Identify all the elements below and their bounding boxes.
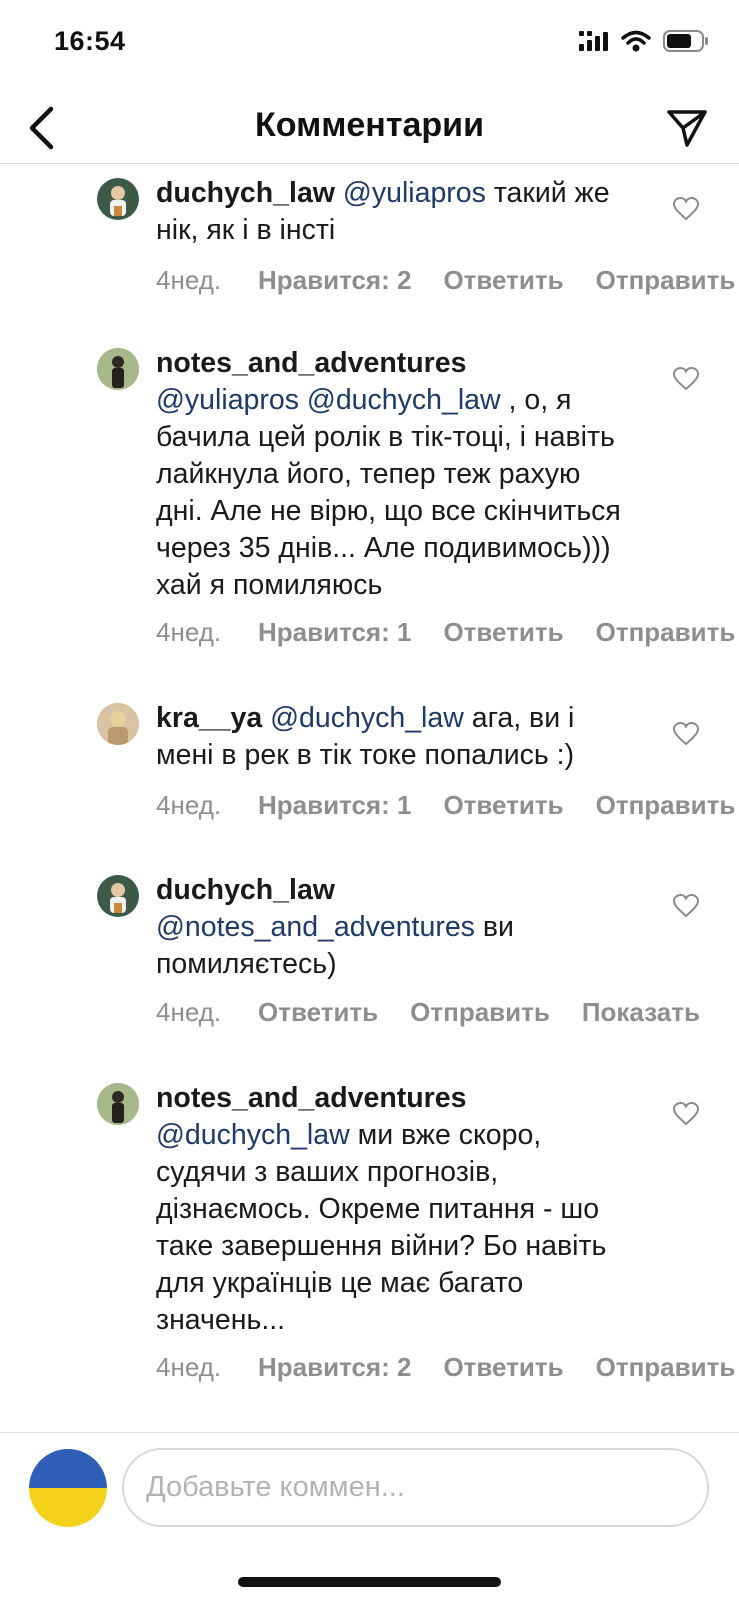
comment-mention[interactable]: @notes_and_adventures (156, 911, 475, 943)
comment-username[interactable]: notes_and_adventures (156, 347, 466, 379)
avatar[interactable] (97, 1083, 139, 1125)
like-heart-icon[interactable] (672, 366, 700, 391)
likes-count[interactable]: Нравится: 1 (258, 617, 411, 648)
like-heart-icon[interactable] (672, 721, 700, 746)
avatar[interactable] (97, 178, 139, 220)
show-button[interactable]: Показать (582, 997, 700, 1028)
comment-time: 4нед. (156, 790, 222, 820)
send-button[interactable]: Отправить (596, 1352, 736, 1383)
home-indicator[interactable] (238, 1577, 501, 1587)
comment-meta: 4нед. Нравится: 2 Ответить Отправить (156, 265, 739, 296)
comment-meta: 4нед. Нравится: 1 Ответить Отправить (156, 790, 739, 821)
comment-mention[interactable]: @yuliapros @duchych_law (156, 384, 501, 416)
comment-text: notes_and_adventures @duchych_law ми вже… (156, 1080, 626, 1339)
reply-button[interactable]: Ответить (443, 1352, 563, 1383)
comment-time: 4нед. (156, 1352, 222, 1382)
likes-count[interactable]: Нравится: 2 (258, 1352, 411, 1383)
comment-username[interactable]: duchych_law (156, 874, 335, 906)
like-heart-icon[interactable] (672, 1101, 700, 1126)
comment-time: 4нед. (156, 265, 222, 295)
nav-bar: Комментарии (0, 92, 739, 164)
page-title: Комментарии (255, 106, 484, 144)
likes-count[interactable]: Нравится: 2 (258, 265, 411, 296)
comment-message: ми вже скоро, судячи з ваших прогнозів, … (156, 1119, 607, 1336)
likes-count[interactable]: Нравится: 1 (258, 790, 411, 821)
send-button[interactable]: Отправить (596, 617, 736, 648)
comment-username[interactable]: duchych_law (156, 177, 335, 209)
comment-composer (0, 1432, 739, 1600)
signal-icon (579, 30, 609, 57)
current-user-avatar[interactable] (29, 1449, 107, 1527)
paper-plane-icon (667, 110, 707, 147)
avatar[interactable] (97, 703, 139, 745)
comment-mention[interactable]: @duchych_law (156, 1119, 350, 1151)
comment-time: 4нед. (156, 997, 222, 1027)
comment-text: duchych_law @notes_and_adventures ви пом… (156, 872, 626, 983)
comment-mention[interactable]: @duchych_law (270, 702, 464, 734)
comments-list[interactable]: duchych_law @yuliapros такий же нік, як … (0, 165, 739, 1430)
comment-text: notes_and_adventures @yuliapros @duchych… (156, 345, 626, 604)
wifi-icon (621, 30, 651, 57)
comment-text: kra__ya @duchych_law ага, ви і мені в ре… (156, 700, 626, 774)
comment-meta: 4нед. Нравится: 2 Ответить Отправить (156, 1352, 739, 1383)
avatar[interactable] (97, 875, 139, 917)
status-icons (579, 30, 709, 57)
avatar[interactable] (97, 348, 139, 390)
comment-time: 4нед. (156, 617, 222, 647)
like-heart-icon[interactable] (672, 196, 700, 221)
reply-button[interactable]: Ответить (443, 265, 563, 296)
comment-text: duchych_law @yuliapros такий же нік, як … (156, 175, 626, 249)
send-button[interactable]: Отправить (410, 997, 550, 1028)
share-button[interactable] (661, 102, 713, 154)
battery-icon (663, 30, 709, 57)
reply-button[interactable]: Ответить (443, 617, 563, 648)
status-bar: 16:54 (0, 0, 739, 92)
flag-blue-stripe (29, 1449, 107, 1488)
comment-input[interactable] (122, 1448, 709, 1527)
like-heart-icon[interactable] (672, 893, 700, 918)
status-time: 16:54 (54, 26, 126, 56)
reply-button[interactable]: Ответить (443, 790, 563, 821)
comment-mention[interactable]: @yuliapros (343, 177, 486, 209)
comment-username[interactable]: kra__ya (156, 702, 262, 734)
comment-username[interactable]: notes_and_adventures (156, 1082, 466, 1114)
send-button[interactable]: Отправить (596, 265, 736, 296)
comment-meta: 4нед. Нравится: 1 Ответить Отправить (156, 617, 739, 648)
comment-message: , о, я бачила цей ролік в тік-тоці, і на… (156, 384, 621, 601)
comment-meta: 4нед. Ответить Отправить Показать (156, 997, 732, 1028)
flag-yellow-stripe (29, 1488, 107, 1527)
send-button[interactable]: Отправить (596, 790, 736, 821)
reply-button[interactable]: Ответить (258, 997, 378, 1028)
